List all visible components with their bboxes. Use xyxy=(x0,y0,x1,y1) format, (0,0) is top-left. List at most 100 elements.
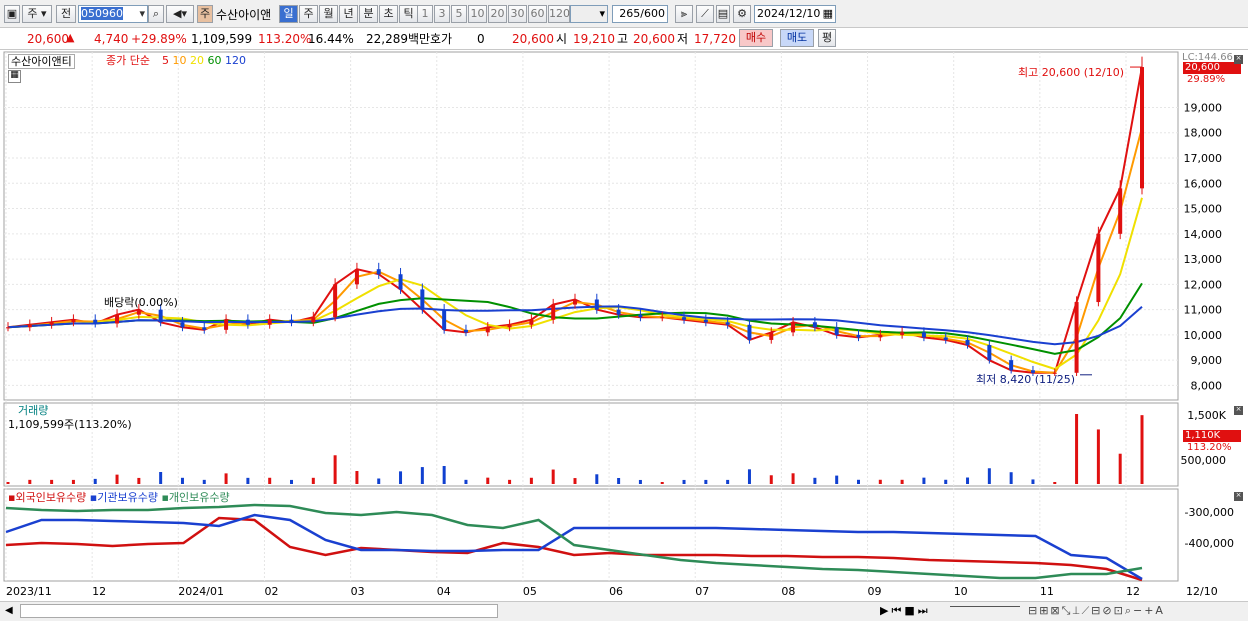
x-axis-label: 12 xyxy=(1126,585,1140,598)
interval-5[interactable]: 5 xyxy=(451,5,467,23)
volume-bar xyxy=(726,479,730,484)
volume-bar xyxy=(137,477,141,484)
period-4[interactable]: 분 xyxy=(359,5,378,23)
volume-bar xyxy=(813,477,817,484)
period-6[interactable]: 틱 xyxy=(399,5,418,23)
volume-bar xyxy=(835,475,839,484)
buy-button[interactable]: 매수 xyxy=(739,29,773,47)
sound-icon[interactable]: ◀▾ xyxy=(166,5,194,23)
interval-10[interactable]: 10 xyxy=(468,5,487,23)
interval-120[interactable]: 120 xyxy=(548,5,570,23)
candle-body xyxy=(93,319,98,324)
ma-legend-5: 5 xyxy=(162,54,173,67)
prev-button[interactable]: 전 xyxy=(56,5,76,23)
volume-bar xyxy=(180,477,184,484)
quote-bar: 20,600 ▲ 4,740 +29.89% 1,109,599 113.20%… xyxy=(0,28,1248,50)
volume-bar xyxy=(224,473,228,484)
period-5[interactable]: 초 xyxy=(379,5,398,23)
draw-icon[interactable]: ⟋ xyxy=(696,5,714,23)
volume-bar xyxy=(464,479,468,484)
x-axis-label: 03 xyxy=(351,585,365,598)
stock-name: 수산아이앤 xyxy=(216,8,272,22)
candle-body xyxy=(900,332,905,335)
interval-20[interactable]: 20 xyxy=(488,5,507,23)
price-legend-name[interactable]: 수산아이앤티 xyxy=(8,54,75,69)
price-tick: 16,000 xyxy=(1184,177,1223,190)
eval-button[interactable]: 평 xyxy=(818,29,836,47)
candle-body xyxy=(616,309,621,315)
calc-icon[interactable]: ▦ xyxy=(8,70,21,83)
price-tick: 14,000 xyxy=(1184,228,1223,241)
date-value: 2024/12/10 xyxy=(757,7,821,20)
bottom-scrollbar[interactable]: ◀ ▶⏮■⏭ ⊟⊞⊠⤡⟂⟋⊟⊘⊡⌕−+A xyxy=(0,601,1248,621)
open-price: 19,210 xyxy=(573,32,615,46)
x-axis-label: 12 xyxy=(92,585,106,598)
volume-bar xyxy=(638,479,642,484)
volume-bar xyxy=(573,478,577,484)
price-close-icon[interactable]: × xyxy=(1234,55,1243,64)
candle-body xyxy=(27,324,32,328)
stock-code-field[interactable]: 050960 ▾ xyxy=(78,5,148,23)
period-2[interactable]: 월 xyxy=(319,5,338,23)
candle-body xyxy=(747,324,752,340)
interval-60[interactable]: 60 xyxy=(528,5,547,23)
data-count-field[interactable]: 265/600 xyxy=(612,5,668,23)
stock-chart[interactable]: 19,000 18,000 17,000 16,000 15,000 14,000 13,0… xyxy=(0,50,1248,601)
interval-1[interactable]: 1 xyxy=(417,5,433,23)
candle-body xyxy=(442,309,447,330)
sell-button[interactable]: 매도 xyxy=(780,29,814,47)
search-icon[interactable]: ⌕ xyxy=(148,5,164,23)
x-axis-label: 2023/11 xyxy=(6,585,52,598)
volume-tick: 500,000 xyxy=(1181,454,1227,467)
volume-bar xyxy=(791,473,795,484)
date-field[interactable]: 2024/12/10 ▦ xyxy=(754,5,836,23)
candle-body xyxy=(376,269,381,275)
low-label: 저 xyxy=(677,32,689,46)
tool-icons[interactable]: ⊟⊞⊠⤡⟂⟋⊟⊘⊡⌕−+A xyxy=(1028,605,1165,616)
candle-body xyxy=(682,317,687,320)
scroll-controls[interactable]: ▶⏮■⏭ xyxy=(880,605,931,616)
volume-bar xyxy=(1053,482,1057,484)
volume-bar xyxy=(1009,472,1013,484)
volume-bar xyxy=(1140,415,1144,484)
interval-30[interactable]: 30 xyxy=(508,5,527,23)
volume-close-icon[interactable]: × xyxy=(1234,406,1243,415)
zoom-slider[interactable] xyxy=(950,606,1020,614)
hoga-price: 20,600 xyxy=(512,32,554,46)
price-tick: 12,000 xyxy=(1184,278,1223,291)
volume-bar xyxy=(1031,479,1035,484)
candle-icon[interactable]: ⫸ xyxy=(675,5,693,23)
x-axis-label: 04 xyxy=(437,585,451,598)
main-toolbar: ▣ 주 ▾ 전 050960 ▾ ⌕ ◀▾ 주 수산아이앤 ▾ 265/600 ⫸… xyxy=(0,0,1248,28)
market-select[interactable]: 주 ▾ xyxy=(22,5,52,23)
scroll-left-icon[interactable]: ◀ xyxy=(5,606,13,616)
candle-body xyxy=(6,327,10,329)
candle-body xyxy=(987,344,992,361)
high-annotation: 최고 20,600 (12/10) xyxy=(1018,66,1125,79)
scroll-thumb[interactable] xyxy=(20,604,498,618)
holding-close-icon[interactable]: × xyxy=(1234,492,1243,501)
volume-bar xyxy=(704,479,708,484)
gear-icon[interactable]: ⚙ xyxy=(733,5,751,23)
holding-legend-2: ▪개인보유수량 xyxy=(161,491,230,504)
candle-body xyxy=(202,327,207,330)
window-menu-icon[interactable]: ▣ xyxy=(4,5,20,23)
interval-dropdown[interactable]: ▾ xyxy=(570,5,608,23)
volume-bar xyxy=(268,477,272,484)
period-1[interactable]: 주 xyxy=(299,5,318,23)
volume-panel xyxy=(3,402,1179,487)
interval-3[interactable]: 3 xyxy=(434,5,450,23)
save-icon[interactable]: ▤ xyxy=(716,5,730,23)
volume-title: 거래량 xyxy=(18,404,49,417)
candle-body xyxy=(573,299,577,305)
open-label: 시 xyxy=(556,32,568,46)
period-0[interactable]: 일 xyxy=(279,5,298,23)
volume-info: 1,109,599주(113.20%) xyxy=(8,418,132,431)
volume-bar xyxy=(6,482,10,484)
period-3[interactable]: 년 xyxy=(339,5,358,23)
candle-body xyxy=(856,334,861,338)
candle-body xyxy=(158,309,163,323)
x-axis-label: 07 xyxy=(695,585,709,598)
volume-bar xyxy=(922,477,926,484)
volume-bar xyxy=(878,479,882,484)
